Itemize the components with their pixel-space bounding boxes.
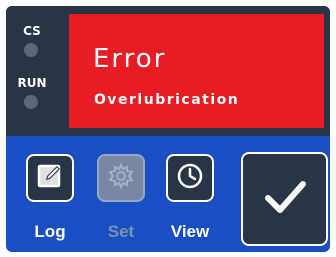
view-button[interactable] [166,154,214,202]
status-area: CS RUN Error Overlubrication [6,6,330,136]
device-screen: CS RUN Error Overlubrication Log Set Vie… [6,6,330,252]
view-button-label: View [170,222,210,241]
checkmark-icon [259,171,311,227]
clock-icon [175,161,205,195]
error-title: Error [93,44,167,74]
log-button-label: Log [34,222,66,241]
cs-label: CS [23,24,41,38]
set-button[interactable] [97,154,145,202]
error-message: Overlubrication [94,92,240,108]
set-button-label: Set [107,222,135,241]
gear-icon [106,161,136,195]
confirm-button[interactable] [241,152,328,246]
log-button[interactable] [26,154,74,202]
indicator-column: CS RUN [6,6,58,136]
edit-icon [36,162,64,194]
run-label: RUN [17,76,47,90]
run-led-indicator [24,95,38,109]
error-panel: Error Overlubrication [69,14,324,128]
cs-led-indicator [24,43,38,57]
